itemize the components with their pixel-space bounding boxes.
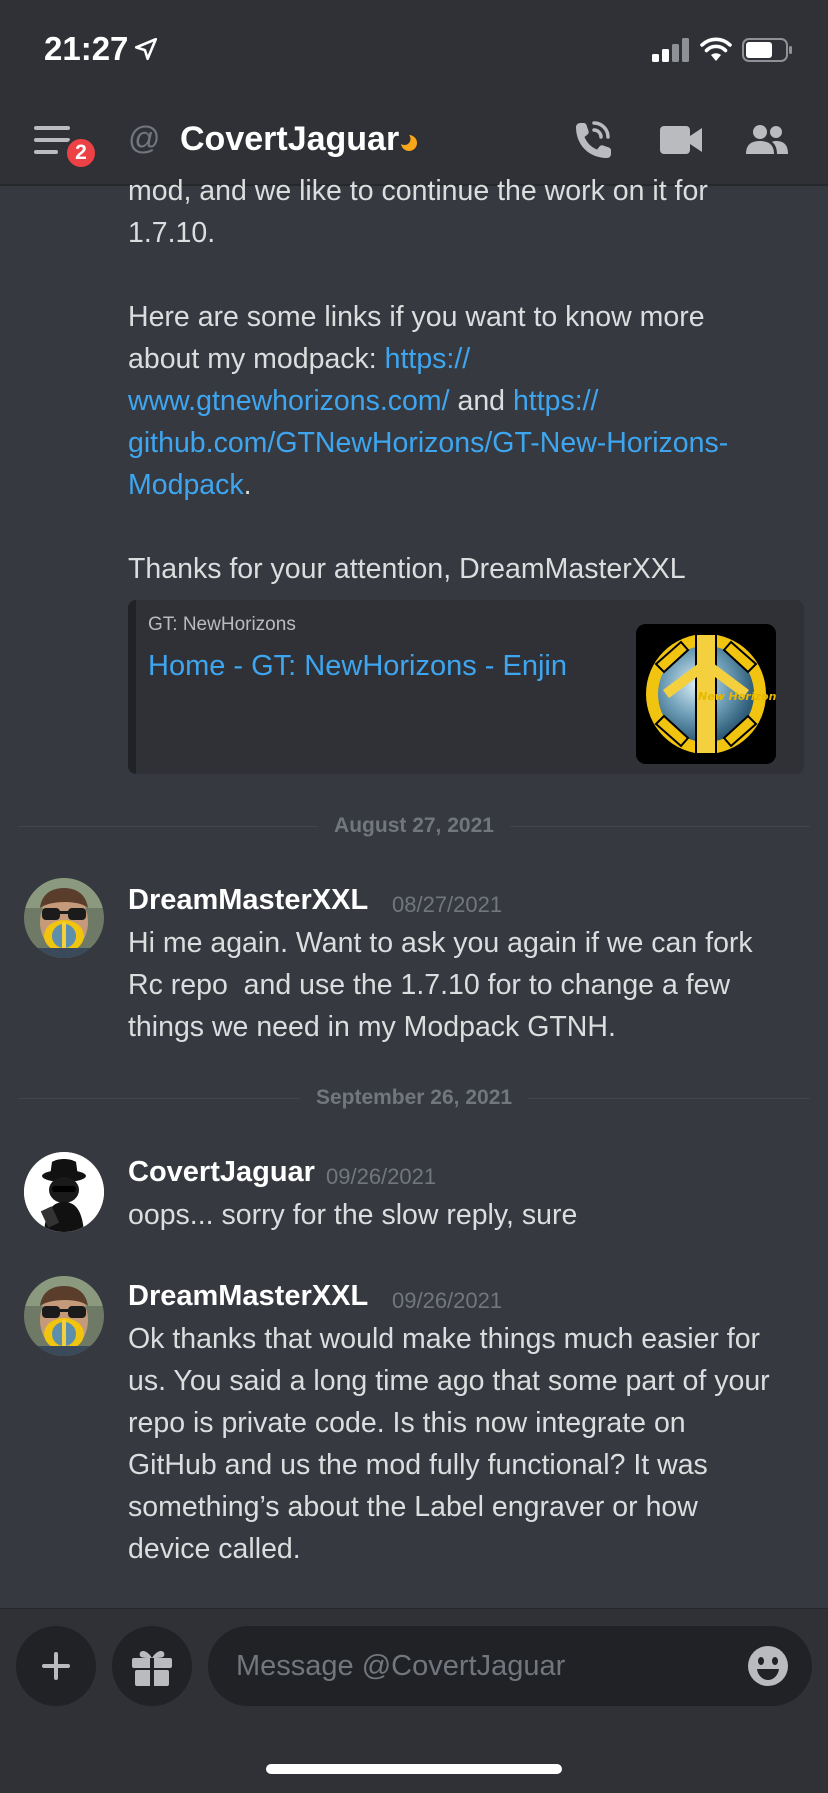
video-icon[interactable] [660, 124, 702, 156]
message-line: device called. [128, 1533, 301, 1565]
date-divider: August 27, 2021 [0, 814, 828, 838]
link-github[interactable]: github.com/GTNewHorizons/GT-New-Horizons… [128, 422, 728, 464]
link-github[interactable]: Modpack [128, 469, 244, 501]
message-line: mod, and we like to continue the work on… [128, 175, 708, 207]
message-line: Modpack. [128, 464, 252, 506]
at-icon: @ [128, 120, 161, 156]
message-author[interactable]: DreamMasterXXL [128, 1280, 368, 1313]
gtnh-logo-image: New Horizons [636, 624, 776, 764]
message-line: GitHub and us the mod fully functional? … [128, 1449, 708, 1481]
logo-lettering: New Horizons [698, 690, 776, 703]
message-line: things we need in my Modpack GTNH. [128, 1011, 616, 1043]
link-gtnewhorizons[interactable]: https:// [385, 343, 471, 375]
avatar[interactable] [24, 878, 104, 958]
wifi-icon [700, 37, 732, 61]
message-line: repo is private code. Is this now integr… [128, 1407, 686, 1439]
avatar[interactable] [24, 1152, 104, 1232]
message-line: Here are some links if you want to know … [128, 301, 705, 333]
emoji-icon[interactable] [746, 1644, 790, 1688]
message-text: and [449, 385, 513, 417]
message-timestamp: 09/26/2021 [326, 1164, 437, 1189]
members-icon[interactable] [744, 124, 790, 156]
date-divider-label: August 27, 2021 [318, 814, 510, 837]
message-line: www.gtnewhorizons.com/ and https:// [128, 380, 598, 422]
message-line: Hi me again. Want to ask you again if we… [128, 927, 753, 959]
link-github[interactable]: https:// [513, 385, 599, 417]
plus-icon [42, 1652, 70, 1680]
avatar[interactable] [24, 1276, 104, 1356]
message-line: 1.7.10. [128, 217, 216, 249]
location-arrow-icon [134, 37, 158, 61]
signal-icon [652, 38, 689, 62]
avatar-dreammaster-image [24, 878, 104, 958]
moon-icon [400, 134, 417, 151]
gift-icon [132, 1651, 172, 1686]
message-timestamp: 09/26/2021 [392, 1288, 503, 1313]
avatar-covertjaguar-image [24, 1152, 104, 1232]
message-author[interactable]: DreamMasterXXL [128, 884, 368, 917]
message-author[interactable]: CovertJaguar [128, 1156, 315, 1189]
message-text: about my modpack: [128, 343, 385, 375]
message-line: us. You said a long time ago that some p… [128, 1365, 770, 1397]
message-input[interactable] [208, 1626, 812, 1706]
embed-title-link[interactable]: Home - GT: NewHorizons - Enjin [148, 650, 567, 683]
phone-call-icon[interactable] [570, 119, 612, 163]
message-text: . [243, 469, 252, 501]
message-line: something’s about the Label engraver or … [128, 1491, 698, 1523]
avatar-dreammaster-image [24, 1276, 104, 1356]
message-line: about my modpack: https:// [128, 338, 470, 380]
notification-badge: 2 [64, 136, 98, 170]
message-line: Thanks for your attention, DreamMasterXX… [128, 553, 686, 585]
message-timestamp: 08/27/2021 [392, 892, 503, 917]
channel-title[interactable]: CovertJaguar [180, 120, 399, 159]
add-attachment-button[interactable] [16, 1626, 96, 1706]
embed-thumbnail[interactable]: New Horizons [636, 624, 776, 764]
embed-provider: GT: NewHorizons [148, 614, 296, 635]
battery-icon [742, 38, 792, 62]
message-line: Ok thanks that would make things much ea… [128, 1323, 761, 1355]
date-divider: September 26, 2021 [0, 1086, 828, 1110]
home-indicator[interactable] [266, 1764, 562, 1774]
status-time: 21:27 [44, 30, 129, 67]
date-divider-label: September 26, 2021 [299, 1086, 529, 1109]
gift-button[interactable] [112, 1626, 192, 1706]
message-line: oops... sorry for the slow reply, sure [128, 1199, 578, 1231]
link-gtnewhorizons[interactable]: www.gtnewhorizons.com/ [128, 385, 450, 417]
message-line: Rc repo and use the 1.7.10 for to change… [128, 969, 731, 1001]
